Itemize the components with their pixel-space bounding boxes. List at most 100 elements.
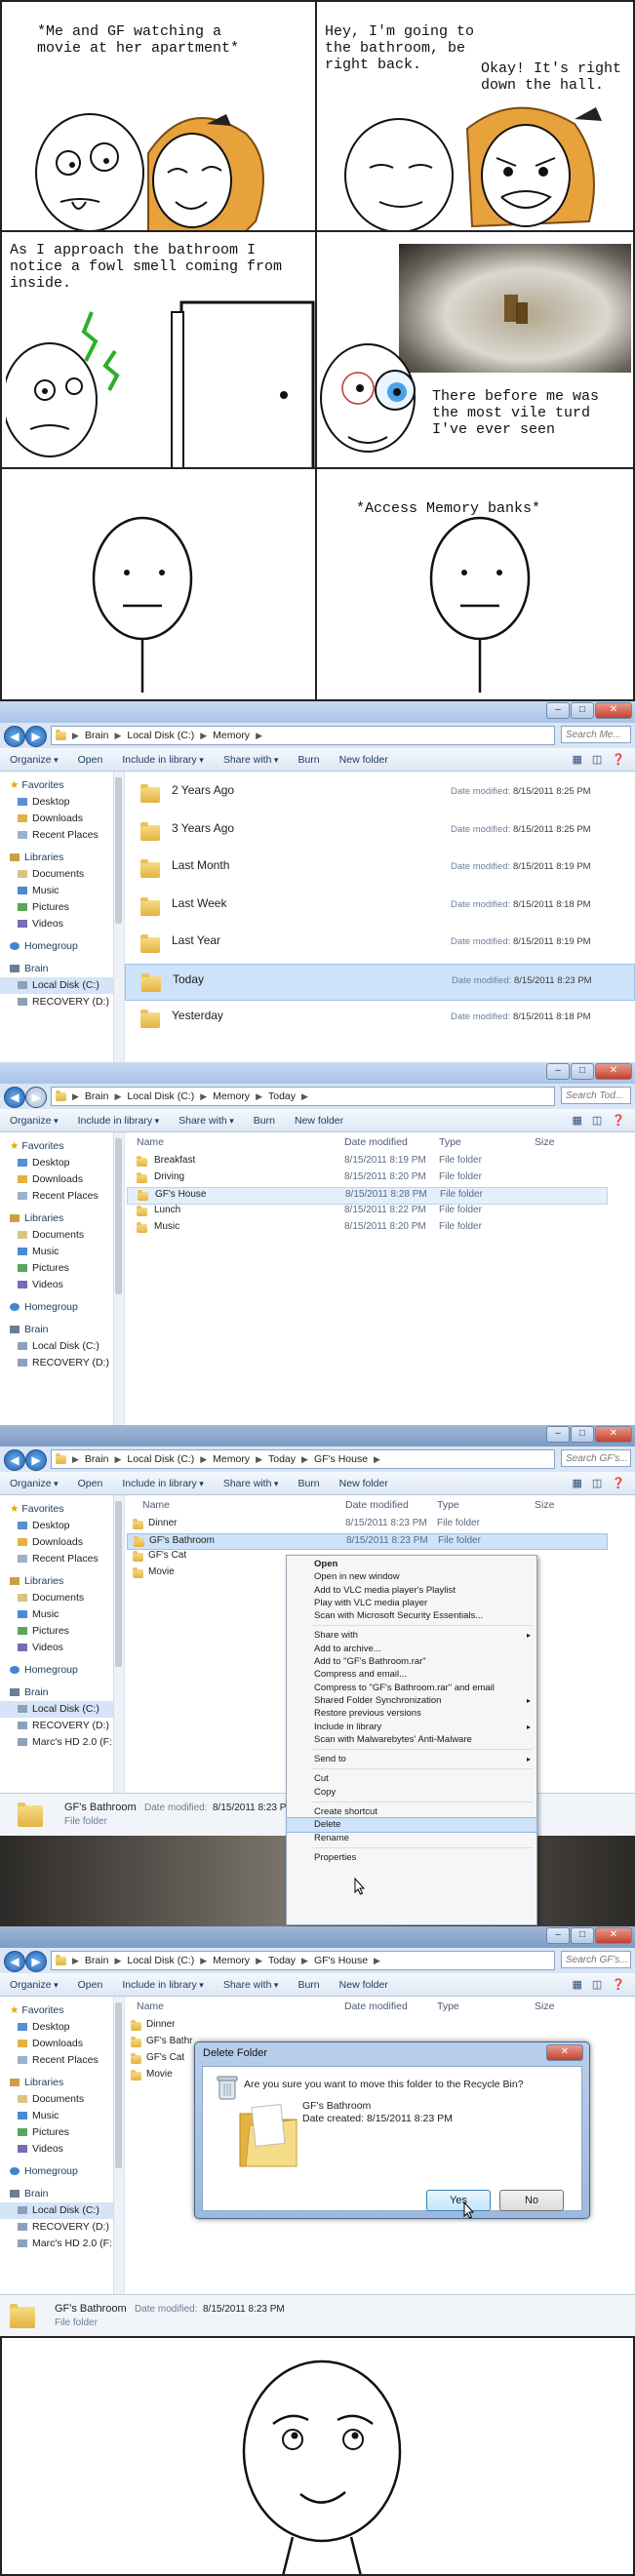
- dialog-close-button[interactable]: ✕: [546, 2044, 583, 2061]
- include-in-library-menu[interactable]: Include in library: [122, 754, 203, 766]
- nav-recovery[interactable]: RECOVERY (D:): [0, 994, 113, 1011]
- breadcrumb-brain[interactable]: Brain: [85, 730, 109, 741]
- nav-pictures[interactable]: Pictures: [0, 2124, 113, 2141]
- nav-recent-places[interactable]: Recent Places: [0, 1188, 113, 1205]
- breadcrumb-today[interactable]: Today: [268, 1090, 296, 1102]
- breadcrumb-local-disk[interactable]: Local Disk (C:): [127, 730, 194, 741]
- nav-videos[interactable]: Videos: [0, 2141, 113, 2158]
- close-button[interactable]: ✕: [595, 702, 632, 719]
- close-button[interactable]: ✕: [595, 1426, 632, 1443]
- search-input[interactable]: Search GF's...: [561, 1951, 631, 1968]
- context-menu-item[interactable]: Share with: [287, 1629, 536, 1643]
- folder-row[interactable]: Yesterday Date modified: 8/15/2011 8:18 PM: [125, 1001, 635, 1036]
- nav-documents[interactable]: Documents: [0, 2091, 113, 2108]
- column-size[interactable]: Size: [535, 2001, 554, 2012]
- minimize-button[interactable]: –: [546, 1927, 570, 1944]
- nav-scrollbar[interactable]: [113, 1495, 124, 1793]
- column-name[interactable]: Name: [142, 1499, 170, 1511]
- context-menu-item[interactable]: Add to VLC media player's Playlist: [287, 1584, 536, 1597]
- breadcrumb-memory[interactable]: Memory: [213, 730, 250, 741]
- back-button[interactable]: ◀: [4, 1087, 25, 1108]
- table-row[interactable]: Music 8/15/2011 8:20 PM File folder: [127, 1220, 608, 1236]
- close-button[interactable]: ✕: [595, 1063, 632, 1080]
- address-bar[interactable]: ▶ Brain ▶ Local Disk (C:) ▶ Memory ▶ Today ▶…: [51, 1951, 555, 1970]
- column-date-modified[interactable]: Date modified: [344, 1136, 408, 1148]
- context-menu-item[interactable]: Properties: [287, 1851, 536, 1864]
- nav-favorites[interactable]: ★ Favorites: [0, 1501, 113, 1518]
- minimize-button[interactable]: –: [546, 1426, 570, 1443]
- search-input[interactable]: Search GF's...: [561, 1449, 631, 1467]
- nav-brain[interactable]: Brain: [0, 1684, 113, 1701]
- table-row[interactable]: Dinner: [127, 2018, 608, 2034]
- maximize-button[interactable]: □: [571, 702, 594, 719]
- nav-libraries[interactable]: Libraries: [0, 850, 113, 866]
- burn-button[interactable]: Burn: [298, 1478, 319, 1489]
- nav-libraries[interactable]: Libraries: [0, 1210, 113, 1227]
- context-menu-item[interactable]: Add to archive...: [287, 1643, 536, 1655]
- folder-row[interactable]: Last Week Date modified: 8/15/2011 8:18 PM: [125, 889, 635, 924]
- share-with-menu[interactable]: Share with: [223, 1979, 279, 1991]
- address-bar[interactable]: ▶ Brain ▶ Local Disk (C:) ▶ Memory ▶ Today ▶…: [51, 1449, 555, 1469]
- minimize-button[interactable]: –: [546, 1063, 570, 1080]
- nav-recovery[interactable]: RECOVERY (D:): [0, 1718, 113, 1734]
- help-icon[interactable]: ❓: [612, 1978, 625, 1991]
- breadcrumb-gfs-house[interactable]: GF's House: [314, 1453, 368, 1465]
- nav-local-disk[interactable]: Local Disk (C:): [0, 2202, 113, 2219]
- breadcrumb-brain[interactable]: Brain: [85, 1090, 109, 1102]
- nav-pictures[interactable]: Pictures: [0, 1623, 113, 1640]
- preview-pane-icon[interactable]: ◫: [592, 1477, 602, 1489]
- view-options-icon[interactable]: ▦: [572, 1114, 581, 1127]
- yes-button[interactable]: Yes: [426, 2190, 491, 2211]
- title-bar[interactable]: – □ ✕: [0, 1425, 635, 1447]
- nav-scrollbar[interactable]: [113, 1132, 124, 1425]
- table-row[interactable]: Driving 8/15/2011 8:20 PM File folder: [127, 1170, 608, 1186]
- nav-documents[interactable]: Documents: [0, 1227, 113, 1244]
- context-menu-item[interactable]: Delete: [286, 1817, 537, 1833]
- no-button[interactable]: No: [499, 2190, 564, 2211]
- context-menu-item[interactable]: Scan with Microsoft Security Essentials.…: [287, 1609, 536, 1622]
- nav-videos[interactable]: Videos: [0, 916, 113, 932]
- address-bar[interactable]: ▶ Brain ▶ Local Disk (C:) ▶ Memory ▶ Today ▶: [51, 1087, 555, 1106]
- column-type[interactable]: Type: [437, 1499, 459, 1511]
- context-menu-item[interactable]: Include in library: [287, 1721, 536, 1734]
- nav-music[interactable]: Music: [0, 1606, 113, 1623]
- nav-music[interactable]: Music: [0, 1244, 113, 1260]
- nav-libraries[interactable]: Libraries: [0, 2075, 113, 2091]
- preview-pane-icon[interactable]: ◫: [592, 1114, 602, 1127]
- context-menu-item[interactable]: Play with VLC media player: [287, 1597, 536, 1609]
- table-row[interactable]: GF's House 8/15/2011 8:28 PM File folder: [127, 1187, 608, 1205]
- title-bar[interactable]: – □ ✕: [0, 1926, 635, 1948]
- nav-music[interactable]: Music: [0, 2108, 113, 2124]
- context-menu-item[interactable]: Create shortcut: [287, 1805, 536, 1818]
- nav-recent-places[interactable]: Recent Places: [0, 2052, 113, 2069]
- nav-music[interactable]: Music: [0, 883, 113, 899]
- column-date-modified[interactable]: Date modified: [344, 2001, 408, 2012]
- include-in-library-menu[interactable]: Include in library: [122, 1478, 203, 1489]
- forward-button[interactable]: ▶: [25, 1087, 47, 1108]
- context-menu-item[interactable]: Compress and email...: [287, 1668, 536, 1681]
- nav-recent-places[interactable]: Recent Places: [0, 827, 113, 844]
- close-button[interactable]: ✕: [595, 1927, 632, 1944]
- nav-downloads[interactable]: Downloads: [0, 2036, 113, 2052]
- table-row[interactable]: Dinner 8/15/2011 8:23 PM File folder: [127, 1517, 608, 1531]
- nav-desktop[interactable]: Desktop: [0, 2019, 113, 2036]
- maximize-button[interactable]: □: [571, 1927, 594, 1944]
- nav-libraries[interactable]: Libraries: [0, 1573, 113, 1590]
- folder-row[interactable]: Last Month Date modified: 8/15/2011 8:19 P…: [125, 851, 635, 886]
- breadcrumb-brain[interactable]: Brain: [85, 1955, 109, 1966]
- help-icon[interactable]: ❓: [612, 1477, 625, 1489]
- back-button[interactable]: ◀: [4, 726, 25, 747]
- nav-brain[interactable]: Brain: [0, 1322, 113, 1338]
- title-bar[interactable]: – □ ✕: [0, 1062, 635, 1084]
- organize-menu[interactable]: Organize: [10, 1478, 59, 1489]
- folder-row[interactable]: Today Date modified: 8/15/2011 8:23 PM: [125, 963, 635, 1001]
- column-name[interactable]: Name: [137, 1136, 164, 1148]
- breadcrumb-local-disk[interactable]: Local Disk (C:): [127, 1090, 194, 1102]
- context-menu-item[interactable]: Open in new window: [287, 1570, 536, 1583]
- nav-scrollbar[interactable]: [113, 772, 124, 1062]
- view-options-icon[interactable]: ▦: [572, 1978, 581, 1991]
- organize-menu[interactable]: Organize: [10, 1115, 59, 1127]
- nav-desktop[interactable]: Desktop: [0, 1518, 113, 1534]
- forward-button[interactable]: ▶: [25, 1951, 47, 1972]
- breadcrumb-today[interactable]: Today: [268, 1453, 296, 1465]
